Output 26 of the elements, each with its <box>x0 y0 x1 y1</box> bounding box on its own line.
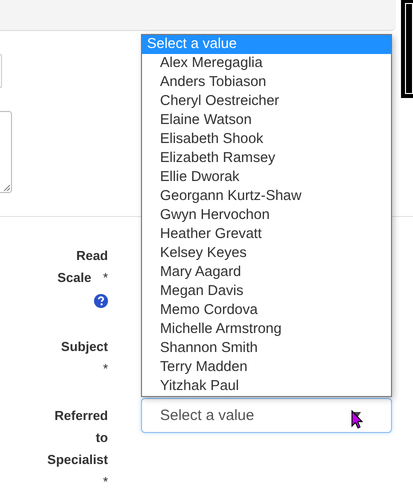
resize-grip-icon[interactable] <box>3 184 10 191</box>
field-label: Referred to Specialist * <box>47 408 108 488</box>
dropdown-option[interactable]: Elisabeth Shook <box>142 130 391 149</box>
dropdown-option[interactable]: Memo Cordova <box>142 301 391 320</box>
dropdown-option[interactable]: Ellie Dworak <box>142 168 391 187</box>
dropdown-option[interactable]: Anders Tobiason <box>142 73 391 92</box>
dropdown-option[interactable]: Georgann Kurtz-Shaw <box>142 187 391 206</box>
dropdown-option[interactable]: Mary Aagard <box>142 263 391 282</box>
dropdown-option[interactable]: Gwyn Hervochon <box>142 206 391 225</box>
dropdown-option[interactable]: Yitzhak Paul <box>142 377 391 396</box>
select-field[interactable]: Select a value <box>141 398 392 433</box>
help-icon[interactable] <box>94 294 108 308</box>
cursor-icon <box>351 410 363 429</box>
dropdown-option[interactable]: Kelsey Keyes <box>142 244 391 263</box>
dropdown-option[interactable]: Heather Grevatt <box>142 225 391 244</box>
dropdown-option[interactable]: Shannon Smith <box>142 339 391 358</box>
dropdown-option[interactable]: Cheryl Oestreicher <box>142 92 391 111</box>
dropdown-option[interactable]: Elizabeth Ramsey <box>142 149 391 168</box>
dropdown-option[interactable]: Megan Davis <box>142 282 391 301</box>
dropdown-option[interactable]: Michelle Armstrong <box>142 320 391 339</box>
field-label: Subject * <box>61 339 108 376</box>
dropdown-option[interactable]: Elaine Watson <box>142 111 391 130</box>
textarea-field[interactable] <box>0 111 12 193</box>
dropdown-option[interactable]: Terry Madden <box>142 358 391 377</box>
field-label: Read Scale * <box>57 248 108 285</box>
dropdown-option[interactable]: Alex Meregaglia <box>142 54 391 73</box>
